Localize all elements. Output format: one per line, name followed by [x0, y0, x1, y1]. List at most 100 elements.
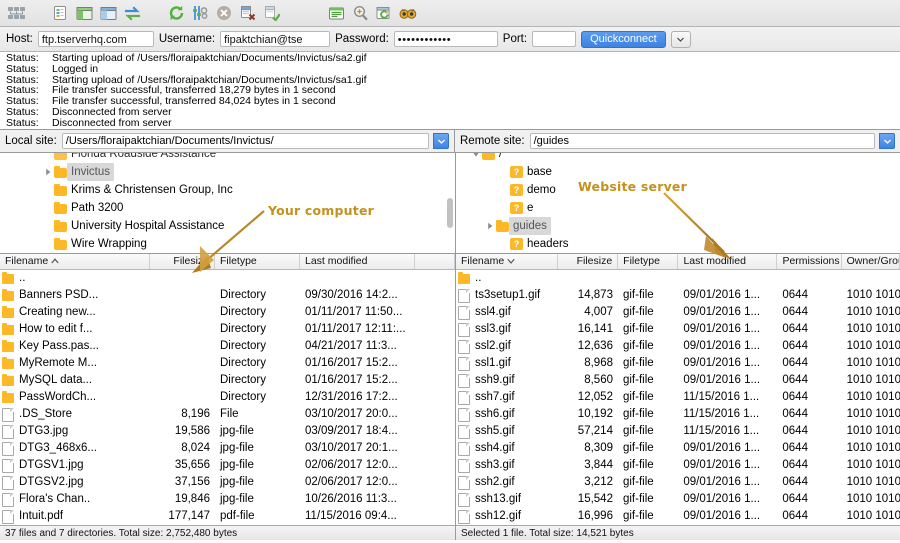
- column-header-label: Permissions: [782, 255, 840, 267]
- cell-permissions: 0644: [782, 459, 808, 471]
- table-row[interactable]: Creating new... Directory 01/11/2017 11:50…: [0, 304, 455, 321]
- table-row[interactable]: ts3setup1.gif 14,873 gif-file 09/01/2016 1.…: [456, 287, 900, 304]
- toggle-remote-tree-icon[interactable]: [96, 2, 120, 24]
- cell-owner-group: 1010 1010: [846, 357, 900, 369]
- site-manager-icon[interactable]: [4, 2, 28, 24]
- find-files-icon[interactable]: [396, 2, 420, 24]
- table-row[interactable]: DTG3.jpg 19,586 jpg-file 03/09/2017 18:4...: [0, 423, 455, 440]
- refresh-icon[interactable]: [164, 2, 188, 24]
- local-site-dropdown[interactable]: [433, 133, 449, 149]
- quickconnect-button[interactable]: Quickconnect: [581, 30, 666, 48]
- table-row[interactable]: ssh2.gif 3,212 gif-file 09/01/2016 1... 0644…: [456, 474, 900, 491]
- toggle-transfer-queue-icon[interactable]: [120, 2, 144, 24]
- table-row[interactable]: ssh7.gif 12,052 gif-file 11/15/2016 1... 064…: [456, 389, 900, 406]
- tree-item[interactable]: ? e: [456, 199, 900, 217]
- cell-filesize: [558, 270, 618, 287]
- table-row[interactable]: ssh9.gif 8,560 gif-file 09/01/2016 1... 0644…: [456, 372, 900, 389]
- tree-twisty-expanded-icon[interactable]: [470, 153, 482, 163]
- table-row[interactable]: Key Pass.pas... Directory 04/21/2017 11:3.…: [0, 338, 455, 355]
- cell-filetype: gif-file: [622, 442, 654, 454]
- cell-filename: ..: [456, 270, 558, 287]
- tree-item[interactable]: /: [456, 153, 900, 163]
- local-site-input[interactable]: /Users/floraipaktchian/Documents/Invictu…: [61, 133, 429, 149]
- table-row[interactable]: ssl2.gif 12,636 gif-file 09/01/2016 1... 064…: [456, 338, 900, 355]
- table-row[interactable]: ssl3.gif 16,141 gif-file 09/01/2016 1... 064…: [456, 321, 900, 338]
- table-row[interactable]: DTG3_468x6... 8,024 jpg-file 03/10/2017 20:…: [0, 440, 455, 457]
- tree-item[interactable]: Invictus: [0, 163, 455, 181]
- tree-item[interactable]: ? headers: [456, 235, 900, 253]
- cancel-operation-icon[interactable]: [212, 2, 236, 24]
- tree-item[interactable]: ? demo: [456, 181, 900, 199]
- column-header[interactable]: Owner/Group: [842, 254, 900, 269]
- local-tree-scrollbar[interactable]: [447, 198, 453, 228]
- filename-text: ssh12.gif: [475, 510, 522, 522]
- column-header[interactable]: Last modified: [300, 254, 415, 269]
- column-header[interactable]: Filesize: [150, 254, 215, 269]
- username-input[interactable]: fipaktchian@tse: [220, 31, 331, 47]
- toggle-message-log-icon[interactable]: [48, 2, 72, 24]
- table-row[interactable]: ssl1.gif 8,968 gif-file 09/01/2016 1... 0644…: [456, 355, 900, 372]
- table-row[interactable]: ssh6.gif 10,192 gif-file 11/15/2016 1... 064…: [456, 406, 900, 423]
- column-header[interactable]: Permissions: [777, 254, 842, 269]
- password-input[interactable]: ••••••••••••: [393, 31, 498, 47]
- table-row[interactable]: Intuit.pdf 177,147 pdf-file 11/15/2016 09:4…: [0, 508, 455, 525]
- tree-item[interactable]: guides: [456, 217, 900, 235]
- folder-icon: [54, 201, 67, 214]
- remote-file-list[interactable]: Filename Filesize Filetype Last modified Per…: [456, 254, 900, 525]
- table-row[interactable]: ssh3.gif 3,844 gif-file 09/01/2016 1... 0644…: [456, 457, 900, 474]
- tree-item[interactable]: Krims & Christensen Group, Inc: [0, 181, 455, 199]
- table-row[interactable]: ..: [0, 270, 455, 287]
- table-row[interactable]: How to edit f... Directory 01/11/2017 12:1…: [0, 321, 455, 338]
- table-row[interactable]: ssh12.gif 16,996 gif-file 09/01/2016 1... 06…: [456, 508, 900, 525]
- tree-twisty-collapsed-icon[interactable]: [484, 217, 496, 235]
- folder-icon: [456, 271, 472, 284]
- column-header[interactable]: Filesize: [558, 254, 619, 269]
- column-header[interactable]: [415, 254, 455, 269]
- cell-filesize: 19,846: [174, 493, 210, 505]
- tree-item[interactable]: University Hospital Assistance: [0, 217, 455, 235]
- synchronized-browsing-icon[interactable]: [372, 2, 396, 24]
- table-row[interactable]: DTGSV2.jpg 37,156 jpg-file 02/06/2017 12:0.…: [0, 474, 455, 491]
- column-header[interactable]: Last modified: [678, 254, 778, 269]
- table-row[interactable]: DTGSV1.jpg 35,656 jpg-file 02/06/2017 12:0.…: [0, 457, 455, 474]
- reconnect-icon[interactable]: [260, 2, 284, 24]
- tree-item[interactable]: ? base: [456, 163, 900, 181]
- cell-filesize: [150, 355, 215, 372]
- filter-icon[interactable]: [324, 2, 348, 24]
- port-input[interactable]: [532, 31, 577, 47]
- table-row[interactable]: ssl4.gif 4,007 gif-file 09/01/2016 1... 0644…: [456, 304, 900, 321]
- message-log[interactable]: Status: Starting upload of /Users/floraip…: [0, 52, 900, 130]
- remote-list-header[interactable]: Filename Filesize Filetype Last modified Per…: [456, 254, 900, 270]
- tree-item[interactable]: Path 3200: [0, 199, 455, 217]
- table-row[interactable]: ssh13.gif 15,542 gif-file 09/01/2016 1... 06…: [456, 491, 900, 508]
- tree-item[interactable]: Florida Roadside Assistance: [0, 153, 455, 163]
- table-row[interactable]: PassWordCh... Directory 12/31/2016 17:2...: [0, 389, 455, 406]
- disconnect-icon[interactable]: [236, 2, 260, 24]
- remote-directory-tree[interactable]: /?base?demo?eguides?headers?icon: [456, 153, 900, 254]
- table-row[interactable]: .DS_Store 8,196 File 03/10/2017 20:0...: [0, 406, 455, 423]
- toggle-local-tree-icon[interactable]: [72, 2, 96, 24]
- local-directory-tree[interactable]: Florida Roadside Assistance Invictus Krims…: [0, 153, 455, 254]
- table-row[interactable]: ..: [456, 270, 900, 287]
- table-row[interactable]: MySQL data... Directory 01/16/2017 15:2...: [0, 372, 455, 389]
- column-header[interactable]: Filename: [456, 254, 558, 269]
- local-file-list[interactable]: Filename Filesize Filetype Last modified ..…: [0, 254, 455, 525]
- table-row[interactable]: Flora's Chan.. 19,846 jpg-file 10/26/2016 1…: [0, 491, 455, 508]
- table-row[interactable]: ssh4.gif 8,309 gif-file 09/01/2016 1... 0644…: [456, 440, 900, 457]
- table-row[interactable]: MyRemote M... Directory 01/16/2017 15:2...: [0, 355, 455, 372]
- column-header[interactable]: Filename: [0, 254, 150, 269]
- process-queue-icon[interactable]: [188, 2, 212, 24]
- filezilla-window: Host: ftp.tserverhq.com Username: fipakt…: [0, 0, 900, 540]
- table-row[interactable]: Banners PSD... Directory 09/30/2016 14:2..…: [0, 287, 455, 304]
- tree-item[interactable]: Wire Wrapping: [0, 235, 455, 253]
- tree-twisty-collapsed-icon[interactable]: [42, 163, 54, 181]
- table-row[interactable]: ssh5.gif 57,214 gif-file 11/15/2016 1... 064…: [456, 423, 900, 440]
- local-list-header[interactable]: Filename Filesize Filetype Last modified: [0, 254, 455, 270]
- host-input[interactable]: ftp.tserverhq.com: [37, 31, 154, 47]
- compare-directories-icon[interactable]: [348, 2, 372, 24]
- column-header[interactable]: Filetype: [618, 254, 679, 269]
- quickconnect-history-dropdown[interactable]: [670, 30, 691, 48]
- remote-site-input[interactable]: /guides: [529, 133, 875, 149]
- remote-site-dropdown[interactable]: [879, 133, 895, 149]
- column-header[interactable]: Filetype: [215, 254, 300, 269]
